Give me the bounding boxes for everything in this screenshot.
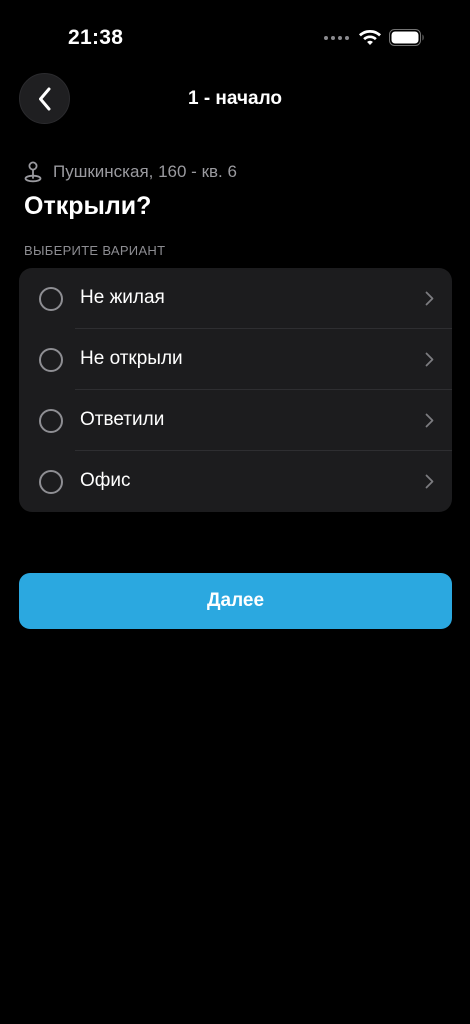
signal-dots-icon — [324, 36, 350, 42]
option-row[interactable]: Ответили — [19, 390, 452, 451]
next-button[interactable]: Далее — [19, 573, 452, 629]
option-label: Офис — [80, 470, 131, 491]
chevron-right-icon — [425, 352, 434, 367]
status-time: 21:38 — [68, 26, 124, 49]
page-title: 1 - начало — [187, 88, 283, 109]
option-label: Не жилая — [80, 287, 165, 308]
section-label: ВЫБЕРИТЕ ВАРИАНТ — [24, 243, 166, 258]
options-list: Не жилая Не открыли Ответили Офис — [19, 268, 452, 512]
address-row: Пушкинская, 160 - кв. 6 — [24, 160, 237, 184]
option-row[interactable]: Не открыли — [19, 329, 452, 390]
option-label: Ответили — [80, 409, 165, 430]
option-label: Не открыли — [80, 348, 183, 369]
wifi-icon — [359, 30, 381, 45]
status-bar: 21:38 — [0, 0, 470, 70]
radio-button[interactable] — [39, 348, 63, 372]
battery-icon — [389, 29, 424, 46]
option-row[interactable]: Офис — [19, 451, 452, 512]
chevron-right-icon — [425, 474, 434, 489]
chevron-right-icon — [425, 291, 434, 306]
address-text: Пушкинская, 160 - кв. 6 — [53, 162, 237, 181]
radio-button[interactable] — [39, 287, 63, 311]
question-title: Открыли? — [24, 192, 152, 220]
radio-button[interactable] — [39, 409, 63, 433]
map-pin-icon — [24, 161, 42, 183]
chevron-right-icon — [425, 413, 434, 428]
screen: 21:38 1 - начало Пушкинская, 160 - кв. 6… — [0, 0, 470, 1024]
radio-button[interactable] — [39, 470, 63, 494]
option-row[interactable]: Не жилая — [19, 268, 452, 329]
